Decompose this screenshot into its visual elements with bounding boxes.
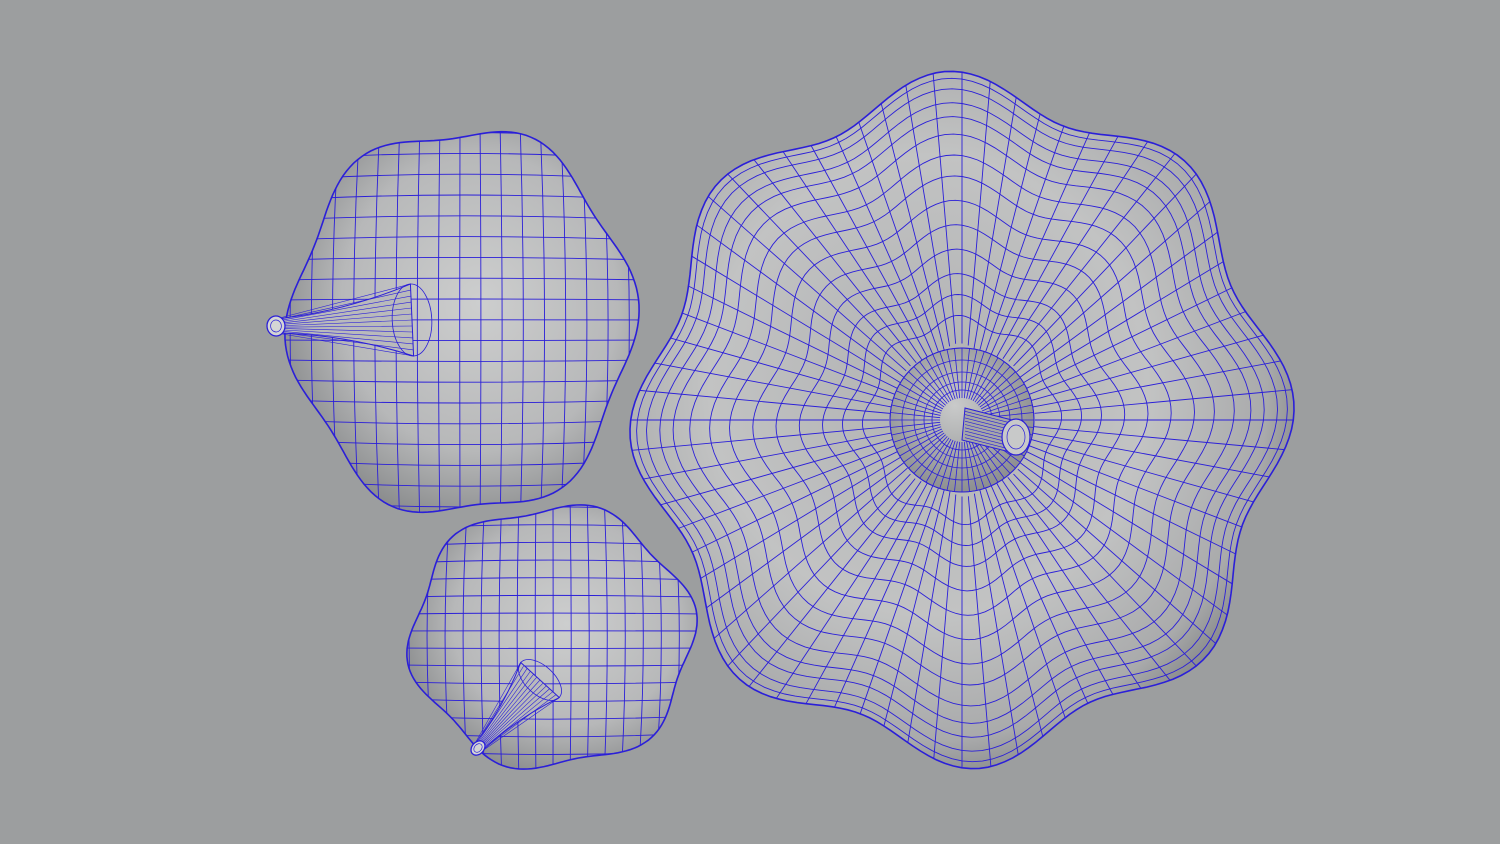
3d-viewport[interactable] bbox=[0, 0, 1500, 844]
pattypan-squash-large[interactable] bbox=[629, 70, 1295, 770]
pattypan-squash-medium[interactable] bbox=[266, 112, 651, 530]
squash-small-body bbox=[406, 504, 698, 770]
viewport-scene bbox=[266, 70, 1295, 780]
pattypan-squash-small[interactable] bbox=[391, 489, 700, 780]
